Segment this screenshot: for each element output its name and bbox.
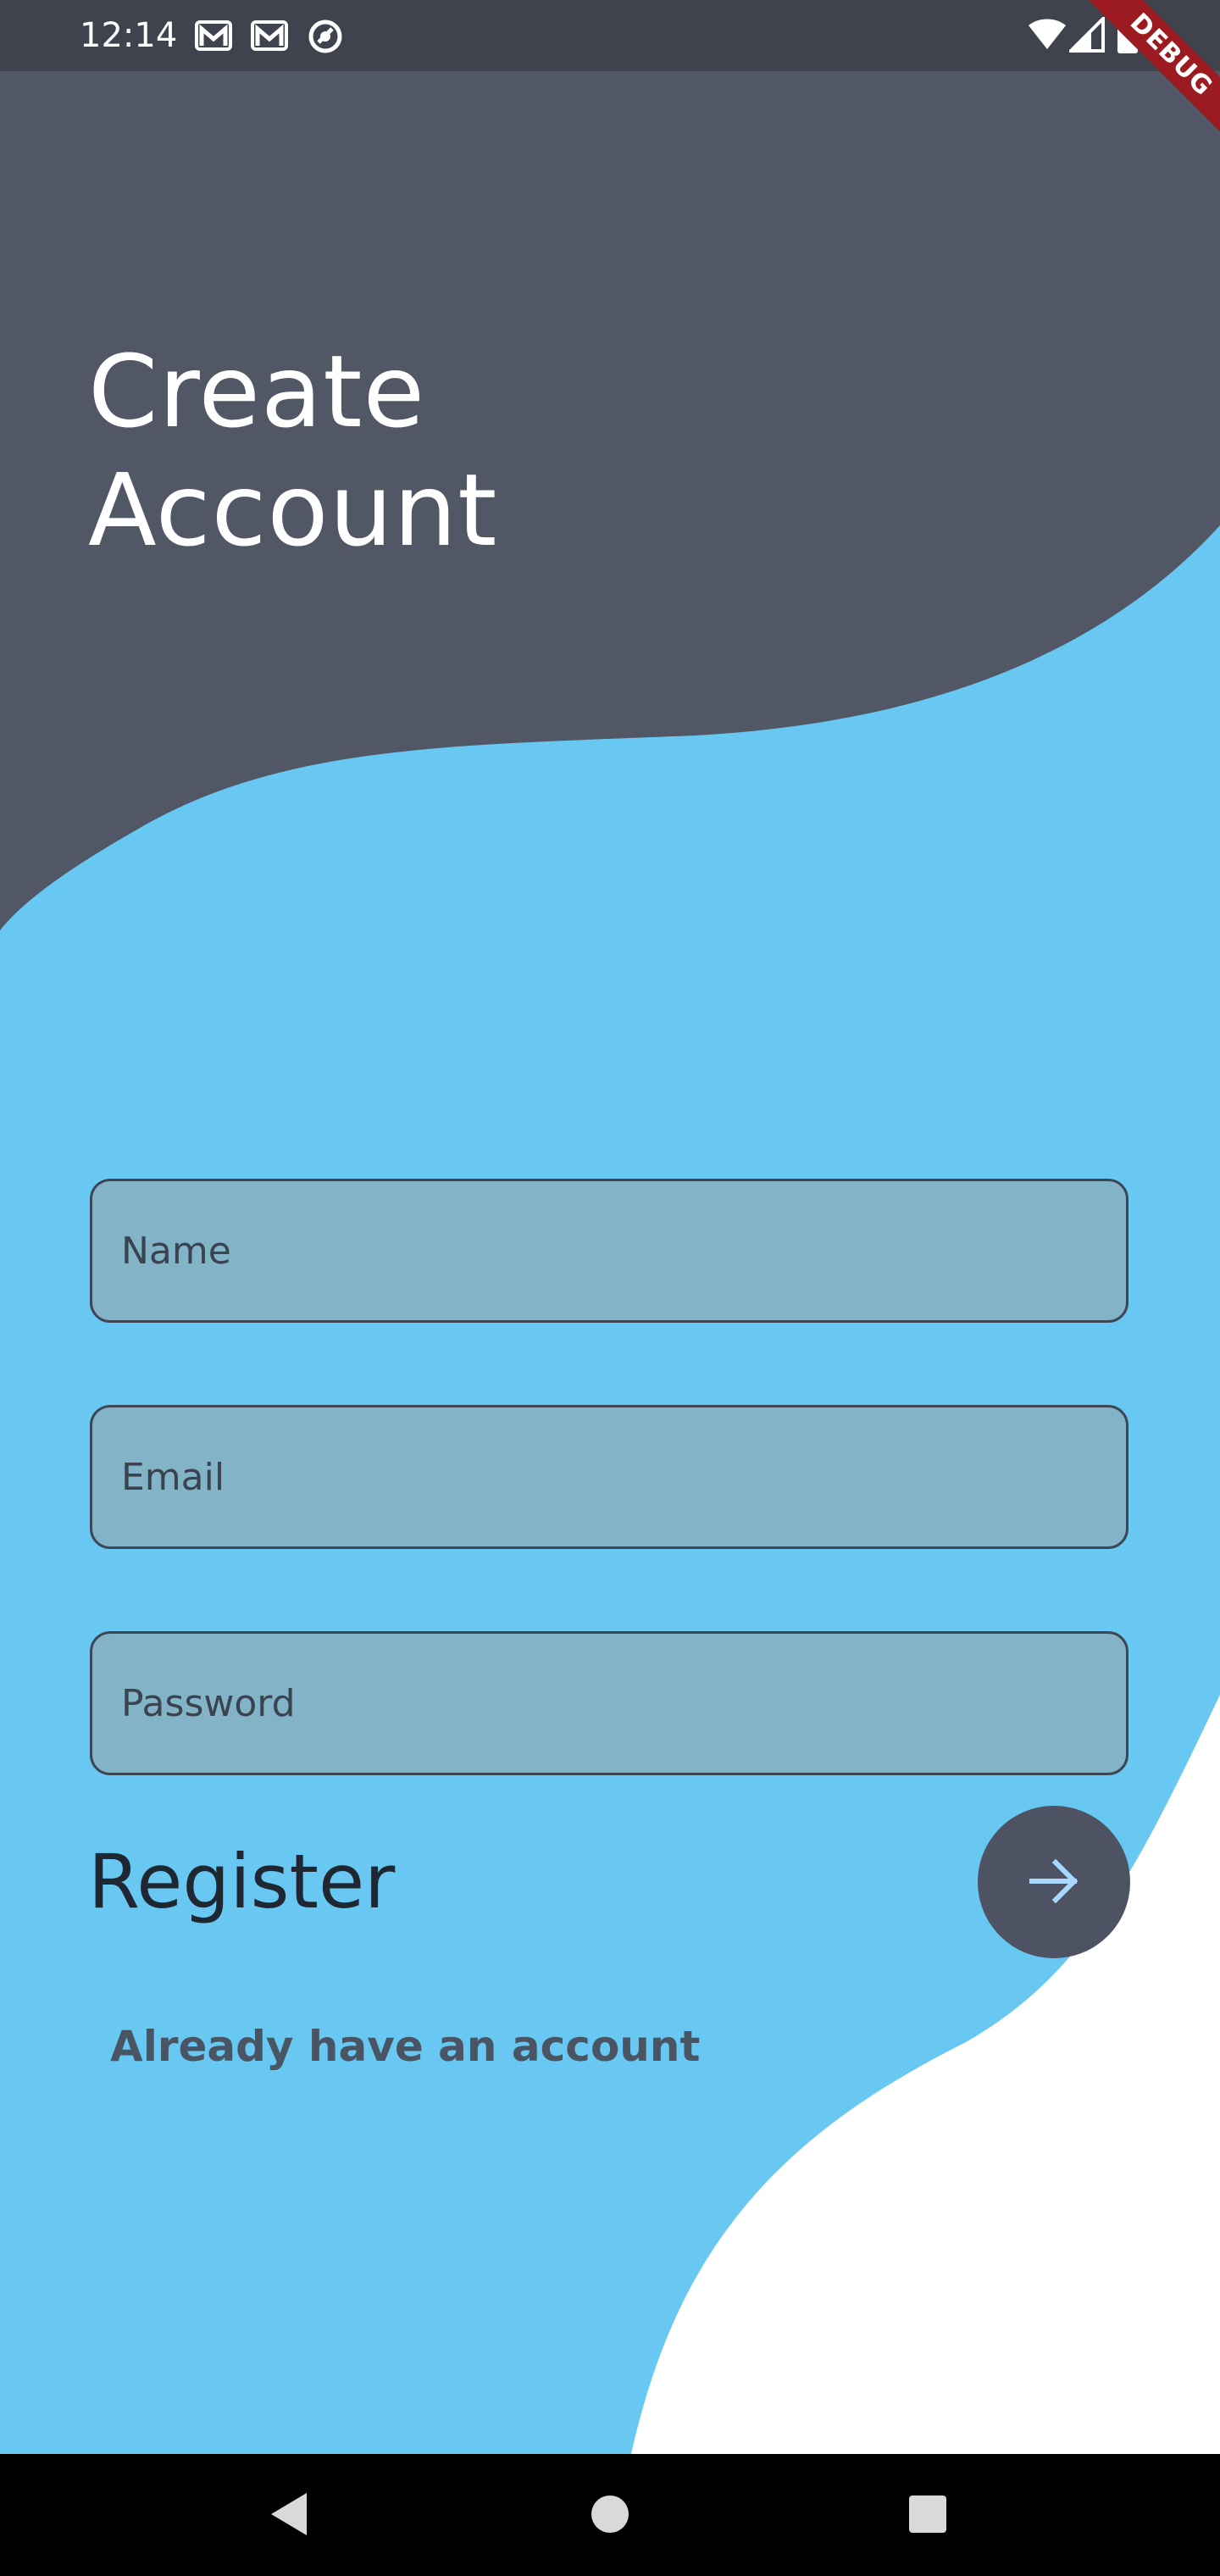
email-field[interactable]: [90, 1405, 1128, 1549]
wifi-icon: [1027, 17, 1068, 55]
signal-icon: [1067, 14, 1105, 57]
page-title: Create Account: [88, 332, 497, 569]
navigation-bar: [0, 2454, 1220, 2576]
battery-icon: [1117, 14, 1139, 58]
gmail-icon: [195, 19, 232, 53]
recents-icon: [908, 2495, 947, 2538]
status-time: 12:14: [80, 16, 178, 55]
back-button[interactable]: [251, 2478, 327, 2554]
password-field[interactable]: [90, 1631, 1128, 1775]
screen: 12:14 DEBUG Create Account Name Email Re…: [0, 0, 1220, 2576]
gmail-icon: [251, 19, 288, 53]
page-title-line-2: Account: [88, 452, 498, 569]
white-corner-shape: [631, 1695, 1220, 2454]
status-bar: 12:14: [0, 0, 1220, 71]
arrow-right-icon: [1027, 1857, 1081, 1907]
back-icon: [268, 2491, 310, 2541]
register-label: Register: [88, 1838, 396, 1925]
home-button[interactable]: [572, 2478, 648, 2554]
recents-button[interactable]: [890, 2478, 966, 2554]
login-link[interactable]: Already have an account: [110, 2017, 700, 2076]
register-button[interactable]: [978, 1806, 1130, 1958]
page-title-line-1: Create: [88, 333, 426, 450]
name-field[interactable]: [90, 1179, 1128, 1323]
sync-icon: [307, 19, 344, 53]
home-icon: [590, 2494, 630, 2539]
